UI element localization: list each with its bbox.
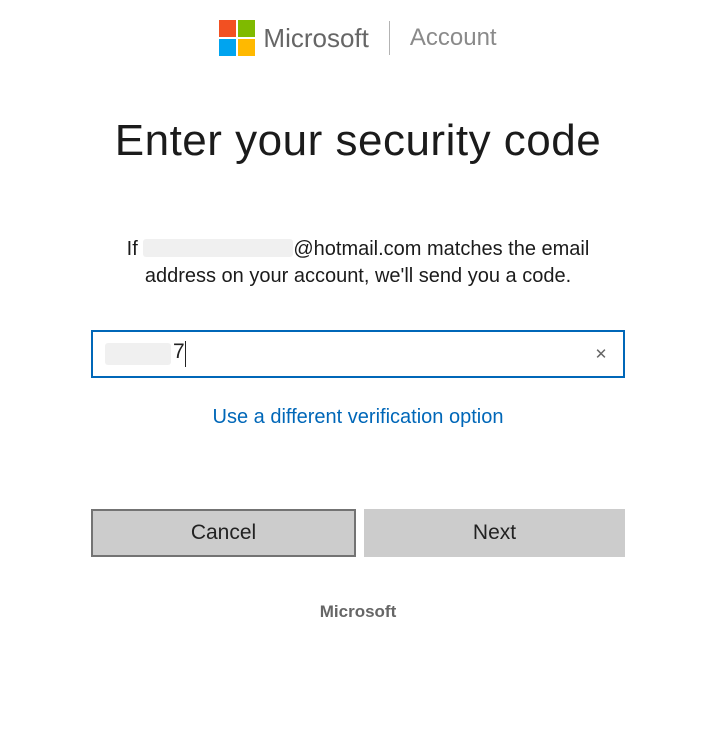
instruction-text: If @hotmail.com matches the email addres… (91, 236, 625, 290)
header-divider (389, 21, 390, 55)
next-button[interactable]: Next (364, 509, 625, 557)
alt-verification-link[interactable]: Use a different verification option (91, 406, 625, 429)
microsoft-logo-text: Microsoft (263, 23, 368, 54)
main-content: Enter your security code If @hotmail.com… (91, 66, 625, 622)
instruction-email-domain: @hotmail.com (293, 238, 421, 260)
microsoft-logo-icon (219, 20, 255, 56)
page-header: Microsoft Account (0, 0, 716, 66)
security-code-input[interactable] (91, 330, 625, 378)
header-section-label: Account (410, 24, 497, 52)
footer-brand: Microsoft (91, 602, 625, 622)
page-title: Enter your security code (91, 116, 625, 166)
clear-input-icon[interactable]: ✕ (589, 342, 613, 366)
instruction-prefix: If (127, 238, 144, 260)
cancel-button[interactable]: Cancel (91, 509, 356, 557)
button-row: Cancel Next (91, 509, 625, 557)
microsoft-logo: Microsoft (219, 20, 368, 56)
redacted-email-local (143, 239, 293, 257)
code-input-container: 7 ✕ (91, 330, 625, 378)
